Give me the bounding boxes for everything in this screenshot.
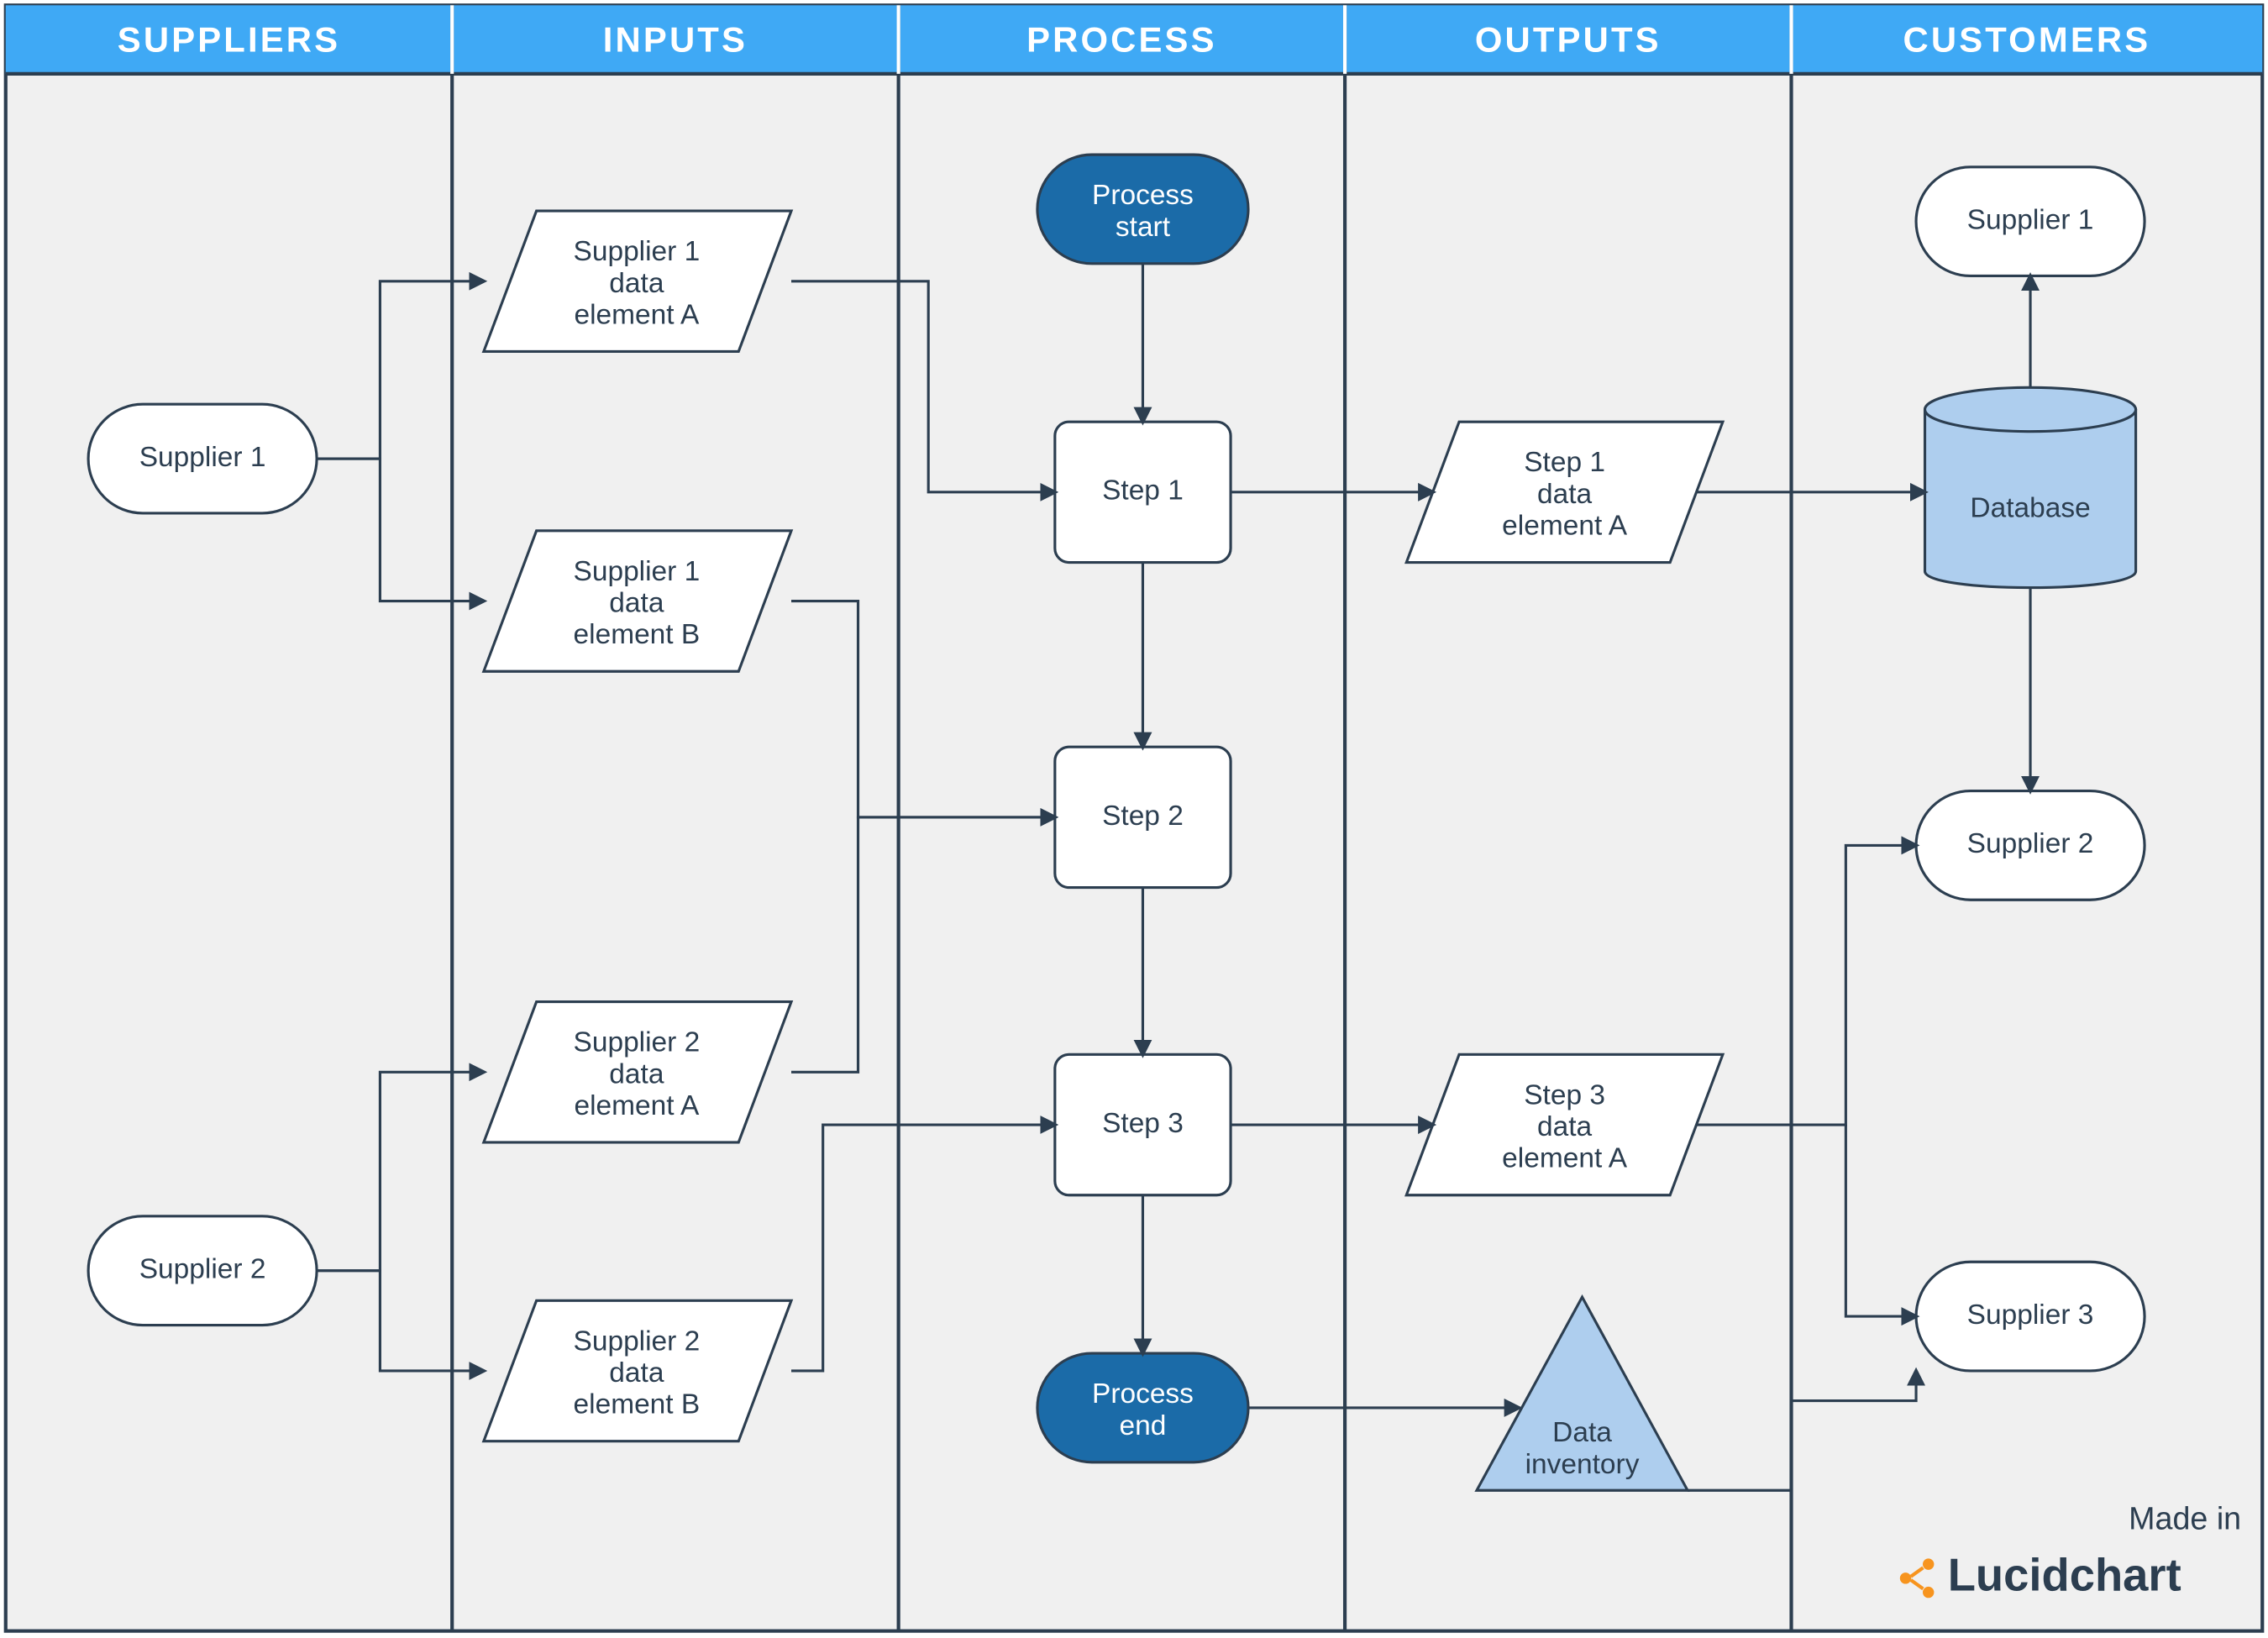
svg-text:Process: Process <box>1092 180 1194 211</box>
svg-text:element A: element A <box>1502 1143 1628 1174</box>
svg-text:data: data <box>609 268 664 299</box>
customer-database-node: Database <box>1925 387 2136 587</box>
svg-text:data: data <box>1537 479 1593 510</box>
svg-text:element A: element A <box>1502 511 1628 542</box>
svg-text:Supplier 3: Supplier 3 <box>1967 1299 2094 1331</box>
input-s2-a-node: Supplier 2 data element A <box>484 1002 791 1142</box>
svg-text:Step 2: Step 2 <box>1102 801 1184 832</box>
process-start-node: Process start <box>1037 155 1248 264</box>
process-step2-node: Step 2 <box>1055 747 1231 887</box>
svg-text:Data: Data <box>1552 1417 1612 1448</box>
supplier-2-label: Supplier 2 <box>139 1254 266 1285</box>
svg-text:Supplier 2: Supplier 2 <box>1967 828 2094 859</box>
branding-brand-name: Lucidchart <box>1948 1550 2181 1601</box>
supplier-1-node: Supplier 1 <box>88 404 317 513</box>
col-suppliers-header: SUPPLIERS <box>118 19 340 59</box>
supplier-1-label: Supplier 1 <box>139 442 266 473</box>
input-s1-a-node: Supplier 1 data element A <box>484 211 791 351</box>
col-process-header: PROCESS <box>1026 19 1217 59</box>
sipoc-diagram: SUPPLIERS INPUTS PROCESS OUTPUTS CUSTOME… <box>0 0 2268 1638</box>
process-end-node: Process end <box>1037 1353 1248 1462</box>
process-step3-node: Step 3 <box>1055 1054 1231 1194</box>
svg-text:start: start <box>1116 212 1171 243</box>
col-inputs-header: INPUTS <box>603 19 748 59</box>
output-step3-node: Step 3 data element A <box>1406 1054 1723 1194</box>
svg-text:data: data <box>1537 1111 1593 1142</box>
svg-text:element B: element B <box>574 1389 701 1420</box>
svg-text:Step 1: Step 1 <box>1524 447 1605 478</box>
input-s2-b-node: Supplier 2 data element B <box>484 1300 791 1441</box>
svg-text:element B: element B <box>574 619 701 650</box>
input-s1-b-node: Supplier 1 data element B <box>484 531 791 671</box>
customer-3-node: Supplier 3 <box>1916 1262 2145 1371</box>
svg-text:element A: element A <box>574 1090 700 1121</box>
svg-text:Supplier 2: Supplier 2 <box>574 1027 701 1058</box>
svg-text:Step 1: Step 1 <box>1102 475 1184 507</box>
svg-text:Supplier 1: Supplier 1 <box>574 236 701 267</box>
svg-text:inventory: inventory <box>1525 1449 1640 1480</box>
svg-text:Process: Process <box>1092 1378 1194 1410</box>
svg-text:element A: element A <box>574 299 700 330</box>
process-step1-node: Step 1 <box>1055 422 1231 562</box>
svg-text:data: data <box>609 1357 664 1389</box>
svg-text:Step 3: Step 3 <box>1524 1079 1605 1110</box>
svg-text:data: data <box>609 1058 664 1089</box>
supplier-2-node: Supplier 2 <box>88 1216 317 1326</box>
customer-2-node: Supplier 2 <box>1916 791 2145 900</box>
col-outputs-header: OUTPUTS <box>1475 19 1662 59</box>
output-step1-node: Step 1 data element A <box>1406 422 1723 562</box>
customer-1-node: Supplier 1 <box>1916 167 2145 276</box>
svg-text:Database: Database <box>1970 493 2090 524</box>
svg-text:Step 3: Step 3 <box>1102 1108 1184 1139</box>
svg-text:Supplier 1: Supplier 1 <box>574 556 701 587</box>
svg-text:Supplier 2: Supplier 2 <box>574 1326 701 1357</box>
branding-made-in: Made in <box>2129 1500 2241 1536</box>
svg-text:end: end <box>1120 1410 1167 1441</box>
svg-text:data: data <box>609 588 664 619</box>
col-customers-header: CUSTOMERS <box>1903 19 2151 59</box>
svg-text:Supplier 1: Supplier 1 <box>1967 204 2094 235</box>
